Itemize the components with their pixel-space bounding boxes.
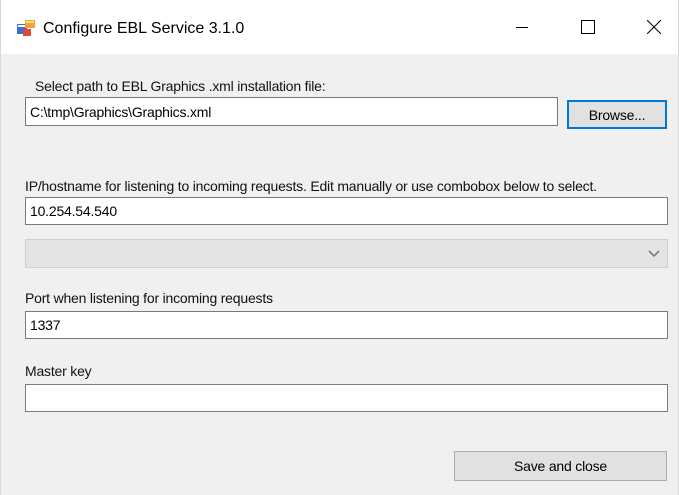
ip-label: IP/hostname for listening to incoming re… <box>25 178 597 194</box>
title-bar[interactable]: Configure EBL Service 3.1.0 <box>1 0 678 54</box>
save-and-close-button[interactable]: Save and close <box>454 451 667 481</box>
path-label: Select path to EBL Graphics .xml install… <box>35 78 326 94</box>
window-title: Configure EBL Service 3.1.0 <box>43 20 245 37</box>
minimize-button[interactable] <box>499 0 545 54</box>
maximize-button[interactable] <box>565 0 611 54</box>
close-icon <box>647 20 661 34</box>
path-input[interactable]: C:\tmp\Graphics\Graphics.xml <box>25 97 558 126</box>
port-label: Port when listening for incoming request… <box>25 290 273 306</box>
chevron-down-icon <box>648 250 660 257</box>
ip-combobox[interactable] <box>25 239 668 268</box>
master-key-label: Master key <box>25 363 92 379</box>
port-input[interactable]: 1337 <box>25 311 668 339</box>
master-key-input[interactable] <box>25 384 668 412</box>
maximize-icon <box>581 20 595 34</box>
close-button[interactable] <box>631 0 677 54</box>
browse-button[interactable]: Browse... <box>567 100 667 129</box>
ip-input[interactable]: 10.254.54.540 <box>25 197 668 225</box>
app-icon <box>17 20 35 36</box>
configure-window: Configure EBL Service 3.1.0 Select path … <box>0 0 679 495</box>
minimize-icon <box>516 27 528 28</box>
